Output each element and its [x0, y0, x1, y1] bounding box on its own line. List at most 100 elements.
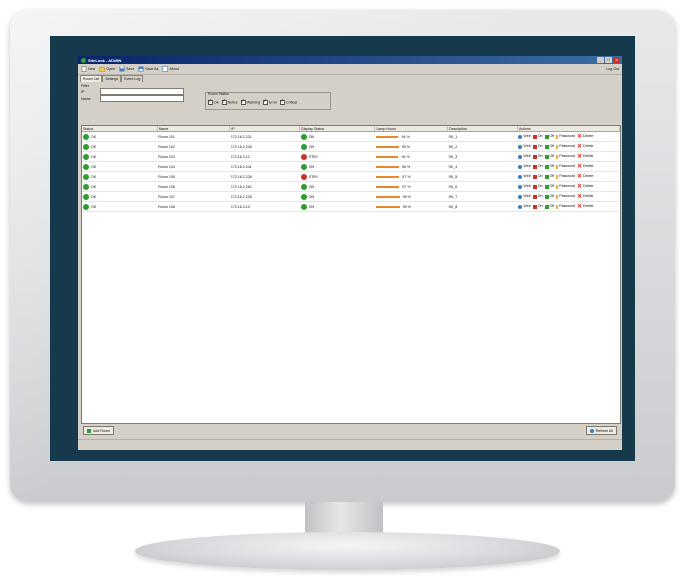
web-action-button[interactable]: Web: [518, 154, 531, 159]
web-action-button[interactable]: Web: [518, 204, 531, 209]
tab-strip: Room List Settings Event Log: [78, 75, 622, 82]
password-action-button[interactable]: Password: [556, 174, 575, 179]
delete-action-button[interactable]: ✕Delete: [577, 134, 593, 140]
close-button[interactable]: ×: [613, 57, 620, 63]
off-action-button[interactable]: Off: [544, 144, 554, 149]
on-action-button[interactable]: On: [532, 144, 543, 149]
delete-x-icon: ✕: [577, 183, 583, 190]
password-action-button[interactable]: Password: [556, 184, 575, 189]
maximize-button[interactable]: □: [605, 57, 612, 63]
on-action-button[interactable]: On: [532, 204, 543, 209]
on-action-button[interactable]: On: [532, 194, 543, 199]
status-cell: OK: [82, 181, 158, 192]
web-action-button[interactable]: Web: [518, 144, 531, 149]
status-checkbox-notice[interactable]: Notice: [221, 98, 238, 105]
add-room-button[interactable]: Add Room: [83, 426, 114, 435]
status-checkbox-critical[interactable]: Critical: [280, 98, 297, 105]
table-row[interactable]: OK Room 102 172.16.2.245 ON 95 % SK_2 We…: [82, 141, 620, 152]
lamp-hours-bar: [375, 145, 399, 148]
password-action-button[interactable]: Password: [556, 144, 575, 149]
actions-cell: Web On Off Password ✕Delete: [517, 131, 620, 142]
refresh-icon: [589, 428, 594, 433]
off-action-button[interactable]: Off: [544, 154, 554, 159]
name-cell: Room 101: [157, 131, 230, 142]
display-status-cell: STBY: [299, 151, 375, 162]
delete-action-button[interactable]: ✕Delete: [577, 144, 593, 150]
delete-action-button[interactable]: ✕Delete: [577, 174, 593, 180]
table-row[interactable]: OK Room 103 172.16.3.12 STBY 94 % SK_3 W…: [82, 151, 620, 162]
name-filter-input[interactable]: [100, 95, 184, 102]
password-action-button[interactable]: Password: [556, 154, 575, 159]
refresh-all-button[interactable]: Refresh All: [585, 426, 617, 435]
password-action-button[interactable]: Password: [556, 204, 575, 209]
off-action-button[interactable]: Off: [544, 134, 554, 139]
minimize-button[interactable]: _: [597, 57, 604, 63]
tab-room-list[interactable]: Room List: [80, 75, 103, 82]
logout-button[interactable]: Log Out: [606, 67, 619, 71]
status-checkbox-error[interactable]: Error: [263, 98, 277, 105]
table-row[interactable]: OK Room 106 172.16.2.262 ON 97 % SK_6 We…: [82, 181, 620, 192]
status-checkbox-ok[interactable]: Ok: [208, 98, 219, 105]
off-action-button[interactable]: Off: [544, 204, 554, 209]
on-action-button[interactable]: On: [532, 164, 543, 169]
save-button[interactable]: Save: [119, 66, 134, 72]
actions-cell: Web On Off Password ✕Delete: [517, 151, 620, 162]
actions-cell: Web On Off Password ✕Delete: [517, 171, 620, 182]
web-action-button[interactable]: Web: [518, 184, 531, 189]
web-action-button[interactable]: Web: [518, 194, 531, 199]
password-action-button[interactable]: Password: [556, 164, 575, 169]
off-action-button[interactable]: Off: [544, 194, 554, 199]
web-action-button[interactable]: Web: [518, 134, 531, 139]
lamp-hours-bar: [375, 155, 399, 158]
password-action-button[interactable]: Password: [556, 134, 575, 139]
power-on-icon: [532, 184, 537, 189]
web-action-button[interactable]: Web: [518, 174, 531, 179]
globe-icon: [518, 134, 523, 139]
on-action-button[interactable]: On: [532, 174, 543, 179]
about-button[interactable]: About: [162, 66, 179, 72]
password-action-button[interactable]: Password: [556, 194, 575, 199]
display-status-icon: [300, 133, 307, 140]
ip-cell: 172.16.2.245: [229, 141, 300, 152]
on-action-button[interactable]: On: [532, 134, 543, 139]
delete-action-button[interactable]: ✕Delete: [577, 183, 593, 190]
delete-action-button[interactable]: ✕Delete: [577, 194, 593, 200]
add-room-label: Add Room: [93, 428, 110, 433]
delete-x-icon: ✕: [577, 203, 583, 210]
ip-cell: 172.16.2.226: [229, 191, 300, 202]
lamp-hours-cell: 96 %: [374, 161, 448, 172]
table-row[interactable]: OK Room 104 172.16.2.241 ON 96 % SK_4 We…: [82, 161, 620, 172]
on-action-button[interactable]: On: [532, 184, 543, 189]
web-action-button[interactable]: Web: [518, 164, 531, 169]
status-checkbox-warning[interactable]: Warning: [240, 98, 260, 105]
delete-x-icon: ✕: [577, 163, 583, 170]
table-row[interactable]: OK Room 105 172.16.2.226 STBY 97 % SK_5 …: [82, 171, 620, 182]
new-button[interactable]: New: [81, 66, 95, 72]
off-action-button[interactable]: Off: [544, 174, 554, 179]
tab-settings[interactable]: Settings: [102, 75, 122, 82]
delete-action-button[interactable]: ✕Delete: [577, 163, 593, 170]
off-action-button[interactable]: Off: [544, 164, 554, 169]
table-row[interactable]: OK Room 107 172.16.2.226 ON 99 % SK_7 We…: [82, 191, 620, 202]
delete-action-button[interactable]: ✕Delete: [577, 154, 593, 160]
display-status-cell: ON: [299, 141, 375, 152]
lamp-hours-cell: 95 %: [374, 141, 448, 152]
new-file-icon: [81, 66, 87, 72]
open-button[interactable]: Open: [99, 66, 115, 72]
globe-icon: [518, 204, 523, 209]
status-indicator-icon: [83, 183, 89, 190]
filter-group: Filter IP Name: [81, 84, 184, 102]
off-action-button[interactable]: Off: [544, 184, 554, 189]
save-as-icon: [138, 66, 144, 72]
delete-action-button[interactable]: ✕Delete: [577, 203, 593, 210]
name-cell: Room 108: [157, 201, 230, 212]
on-action-button[interactable]: On: [532, 154, 543, 159]
tab-event-log[interactable]: Event Log: [121, 75, 144, 82]
table-row[interactable]: OK Room 101 172.16.2.221 ON 94 % SK_1 We…: [82, 131, 620, 142]
table-row[interactable]: OK Room 108 172.16.3.13 ON 99 % SK_8 Web…: [82, 201, 620, 212]
ip-filter-input[interactable]: [100, 88, 184, 95]
display-status-cell: ON: [299, 201, 375, 212]
ip-label: IP: [81, 89, 85, 94]
status-cell: OK: [82, 171, 158, 182]
save-as-button[interactable]: Save As: [138, 66, 158, 72]
